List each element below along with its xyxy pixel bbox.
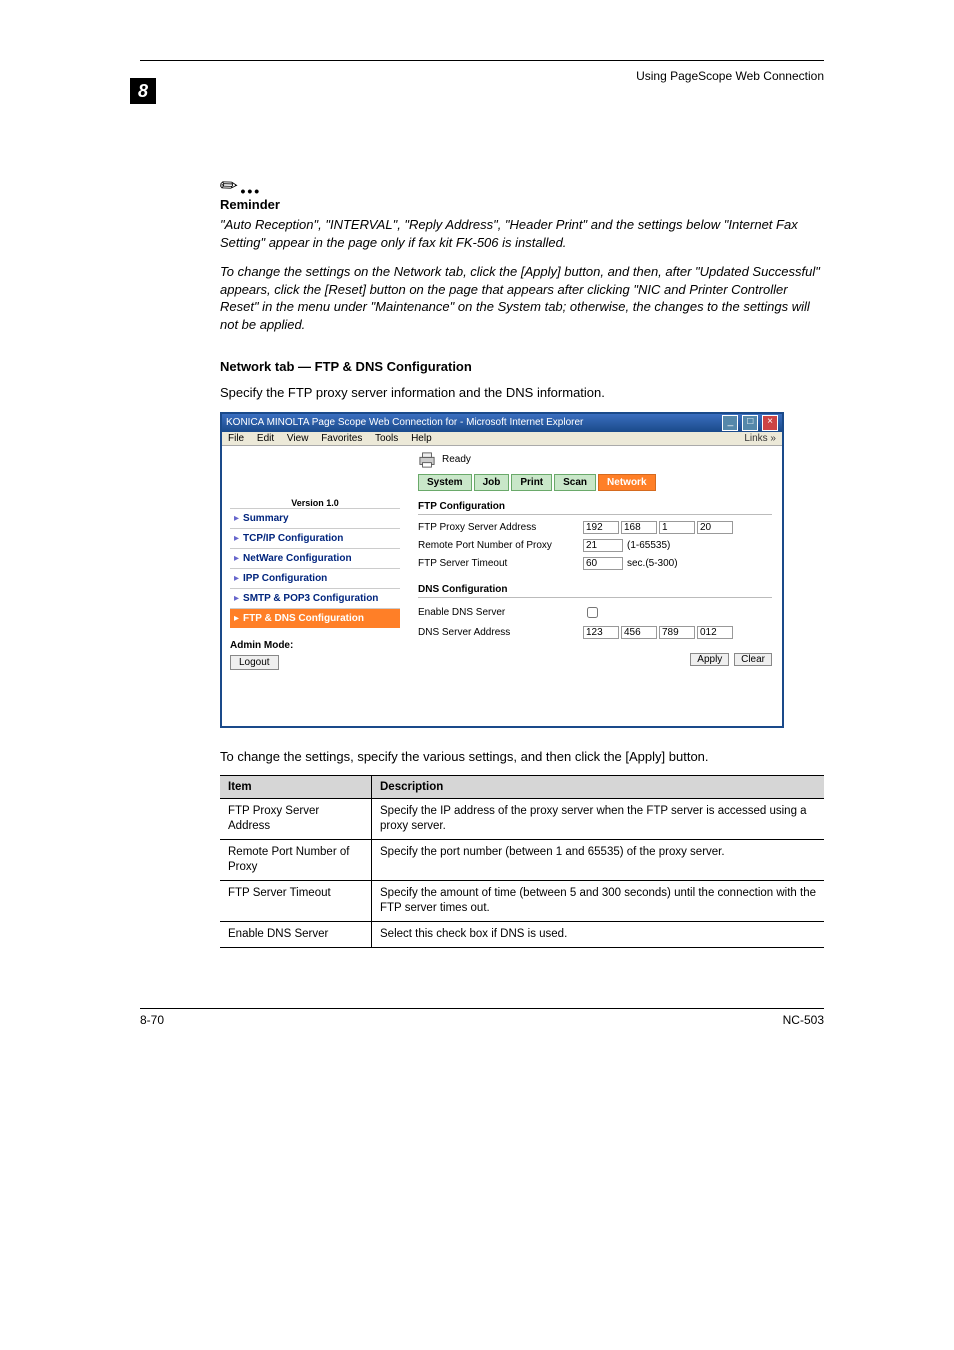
window-buttons: _ □ ×: [721, 415, 778, 431]
remote-port-label: Remote Port Number of Proxy: [418, 540, 583, 551]
reminder-label: Reminder: [220, 197, 824, 212]
dns-ip-2[interactable]: [621, 626, 657, 639]
ftp-proxy-address-label: FTP Proxy Server Address: [418, 522, 583, 533]
sidebar-item-smtp-pop3[interactable]: ▸SMTP & POP3 Configuration: [230, 588, 400, 608]
enable-dns-label: Enable DNS Server: [418, 607, 583, 618]
table-item: FTP Proxy Server Address: [220, 799, 372, 840]
dns-address-label: DNS Server Address: [418, 627, 583, 638]
table-row: Enable DNS Server Select this check box …: [220, 922, 824, 948]
menu-favorites[interactable]: Favorites: [321, 433, 362, 444]
sidebar-item-tcpip[interactable]: ▸TCP/IP Configuration: [230, 528, 400, 548]
logout-button[interactable]: Logout: [230, 655, 279, 670]
dns-ip-3[interactable]: [659, 626, 695, 639]
reminder-paragraph-2: To change the settings on the Network ta…: [220, 263, 824, 333]
table-row: FTP Server Timeout Specify the amount of…: [220, 881, 824, 922]
reminder-block: ✎••• Reminder "Auto Reception", "INTERVA…: [220, 173, 824, 333]
window-titlebar: KONICA MINOLTA Page Scope Web Connection…: [222, 414, 782, 432]
table-header-desc: Description: [372, 776, 825, 799]
dns-ip-1[interactable]: [583, 626, 619, 639]
remote-port-input[interactable]: [583, 539, 623, 552]
remote-port-range: (1-65535): [627, 540, 670, 551]
table-item: Remote Port Number of Proxy: [220, 840, 372, 881]
ftp-proxy-ip-2[interactable]: [621, 521, 657, 534]
table-desc: Select this check box if DNS is used.: [372, 922, 825, 948]
table-item: Enable DNS Server: [220, 922, 372, 948]
menu-edit[interactable]: Edit: [257, 433, 274, 444]
section-heading: Network tab — FTP & DNS Configuration: [220, 359, 824, 374]
reminder-paragraph-1: "Auto Reception", "INTERVAL", "Reply Add…: [220, 216, 824, 251]
ftp-timeout-label: FTP Server Timeout: [418, 558, 583, 569]
admin-mode-label: Admin Mode:: [230, 640, 400, 651]
header-rule: [140, 60, 824, 61]
section-outro: To change the settings, specify the vari…: [220, 748, 824, 766]
ftp-config-heading: FTP Configuration: [418, 501, 772, 515]
menu-help[interactable]: Help: [411, 433, 432, 444]
sidebar-item-summary[interactable]: ▸Summary: [230, 508, 400, 528]
table-desc: Specify the IP address of the proxy serv…: [372, 799, 825, 840]
tab-network[interactable]: Network: [598, 474, 655, 491]
status-ready: Ready: [442, 454, 471, 465]
minimize-button[interactable]: _: [722, 415, 738, 431]
main-pane: Ready System Job Print Scan Network FTP …: [408, 446, 782, 726]
apply-button[interactable]: Apply: [690, 653, 729, 666]
sidebar-item-ipp[interactable]: ▸IPP Configuration: [230, 568, 400, 588]
close-button[interactable]: ×: [762, 415, 778, 431]
links-label[interactable]: Links »: [744, 433, 776, 444]
enable-dns-checkbox[interactable]: [587, 607, 598, 618]
section-intro: Specify the FTP proxy server information…: [220, 384, 824, 402]
footer: 8-70 NC-503: [140, 1008, 824, 1027]
doc-model: NC-503: [783, 1013, 824, 1027]
tab-scan[interactable]: Scan: [554, 474, 596, 491]
sidebar: Version 1.0 ▸Summary ▸TCP/IP Configurati…: [222, 446, 408, 726]
version-label: Version 1.0: [230, 498, 400, 508]
ftp-timeout-unit: sec.(5-300): [627, 558, 678, 569]
tab-print[interactable]: Print: [511, 474, 552, 491]
description-table: Item Description FTP Proxy Server Addres…: [220, 775, 824, 948]
running-header: Using PageScope Web Connection: [140, 69, 824, 83]
table-row: Remote Port Number of Proxy Specify the …: [220, 840, 824, 881]
window-title: KONICA MINOLTA Page Scope Web Connection…: [226, 417, 583, 428]
table-row: FTP Proxy Server Address Specify the IP …: [220, 799, 824, 840]
dns-config-heading: DNS Configuration: [418, 584, 772, 598]
tab-bar: System Job Print Scan Network: [418, 474, 772, 491]
ftp-proxy-ip-1[interactable]: [583, 521, 619, 534]
menu-view[interactable]: View: [287, 433, 309, 444]
sidebar-item-netware[interactable]: ▸NetWare Configuration: [230, 548, 400, 568]
sidebar-logo-area: [230, 452, 400, 496]
table-header-item: Item: [220, 776, 372, 799]
ftp-timeout-input[interactable]: [583, 557, 623, 570]
clear-button[interactable]: Clear: [734, 653, 772, 666]
page-number: 8-70: [140, 1013, 164, 1027]
running-header-text: Using PageScope Web Connection: [636, 69, 824, 83]
sidebar-nav: ▸Summary ▸TCP/IP Configuration ▸NetWare …: [230, 508, 400, 628]
maximize-button[interactable]: □: [742, 415, 758, 431]
dns-ip-4[interactable]: [697, 626, 733, 639]
menu-bar: File Edit View Favorites Tools Help Link…: [222, 432, 782, 446]
ftp-proxy-ip-3[interactable]: [659, 521, 695, 534]
menu-tools[interactable]: Tools: [375, 433, 398, 444]
tab-job[interactable]: Job: [474, 474, 510, 491]
ftp-proxy-ip-4[interactable]: [697, 521, 733, 534]
printer-icon: [418, 452, 436, 468]
table-item: FTP Server Timeout: [220, 881, 372, 922]
tab-system[interactable]: System: [418, 474, 472, 491]
table-desc: Specify the port number (between 1 and 6…: [372, 840, 825, 881]
table-desc: Specify the amount of time (between 5 an…: [372, 881, 825, 922]
menu-file[interactable]: File: [228, 433, 244, 444]
app-screenshot: KONICA MINOLTA Page Scope Web Connection…: [220, 412, 784, 728]
chapter-number: 8: [130, 78, 156, 104]
sidebar-item-ftp-dns[interactable]: ▸FTP & DNS Configuration: [230, 608, 400, 628]
